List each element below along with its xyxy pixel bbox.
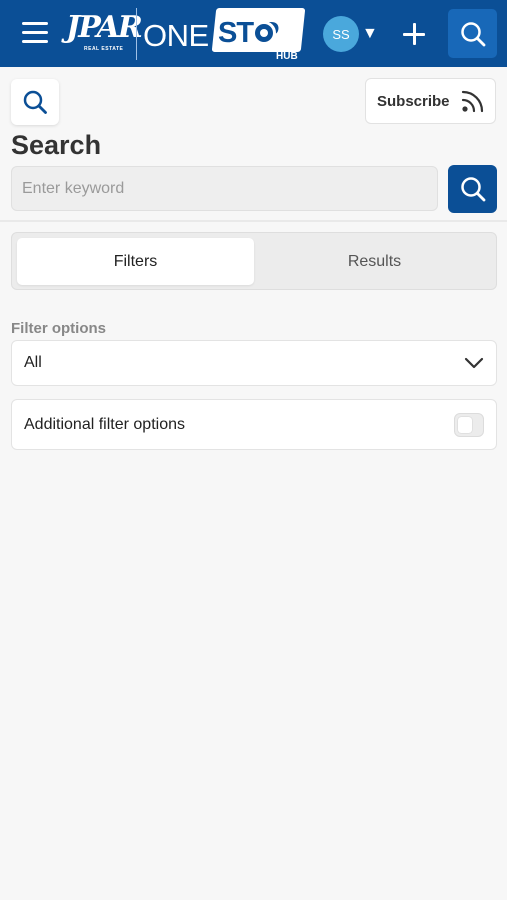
top-app-bar: JPAR REAL ESTATE ONE ST P HUB SS ▼ xyxy=(0,0,507,67)
additional-filter-options-row[interactable]: Additional filter options xyxy=(11,399,497,450)
tab-results-label: Results xyxy=(347,252,402,270)
add-icon[interactable] xyxy=(400,20,428,48)
rss-icon xyxy=(461,90,483,113)
logo-brand-sub: REAL ESTATE xyxy=(84,46,124,52)
logo-one-text: ONE xyxy=(143,18,209,53)
search-icon xyxy=(460,177,485,202)
chevron-down-icon xyxy=(464,357,484,369)
avatar-initials: SS xyxy=(332,26,350,42)
logo-divider xyxy=(136,8,137,60)
menu-icon[interactable] xyxy=(22,22,48,46)
keyword-search-button[interactable] xyxy=(448,165,497,213)
header-search-button[interactable] xyxy=(448,9,497,58)
section-divider xyxy=(0,220,507,222)
tab-filters[interactable]: Filters xyxy=(17,238,254,285)
subscribe-label: Subscribe xyxy=(377,92,450,110)
view-tabs: Filters Results xyxy=(11,232,497,290)
onestop-hub-logo[interactable]: JPAR REAL ESTATE ONE ST P HUB xyxy=(66,8,306,62)
tab-results[interactable]: Results xyxy=(256,238,493,285)
filter-options-label: Filter options xyxy=(11,320,106,337)
logo-brand: JPAR xyxy=(66,10,143,45)
search-icon xyxy=(460,21,485,46)
additional-filter-options-toggle[interactable] xyxy=(454,412,484,437)
filter-options-selected: All xyxy=(24,354,42,371)
search-icon xyxy=(23,90,47,114)
caret-down-icon[interactable]: ▼ xyxy=(362,24,378,44)
page-title: Search xyxy=(11,130,102,160)
logo-hub-text: HUB xyxy=(276,51,298,62)
keyword-search-input[interactable] xyxy=(11,166,438,211)
subscribe-button[interactable]: Subscribe xyxy=(365,78,496,124)
filter-options-select[interactable]: All xyxy=(11,340,497,386)
user-avatar[interactable]: SS xyxy=(323,16,359,52)
tab-filters-label: Filters xyxy=(113,252,158,270)
additional-filter-options-label: Additional filter options xyxy=(24,415,185,433)
ship-wheel-icon xyxy=(252,21,276,45)
search-toggle-button[interactable] xyxy=(11,79,59,125)
